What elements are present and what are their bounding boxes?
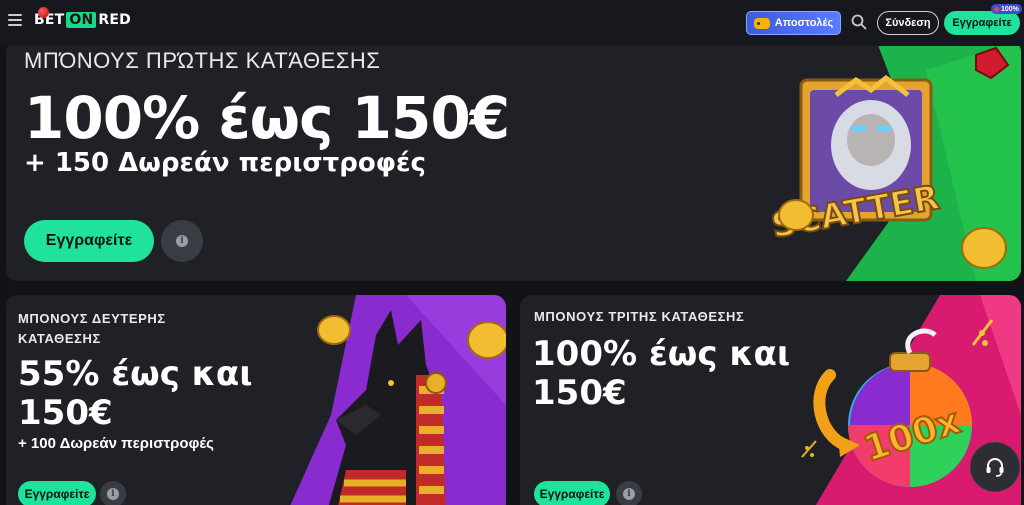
register-bonus-badge: 100% (991, 4, 1022, 14)
support-chat-button[interactable] (970, 442, 1020, 492)
info-button[interactable]: i (100, 481, 126, 505)
promo-eyebrow: ΜΠΟΝΟΥΣ ΤΡΙΤΗΣ ΚΑΤΑΘΕΣΗΣ (534, 309, 745, 324)
login-button[interactable]: Σύνδεση (877, 11, 939, 35)
top-navigation-bar: BET ON RED Αποστολές Σύνδεση Εγγραφείτε … (0, 0, 1024, 46)
missions-button[interactable]: Αποστολές (746, 11, 841, 35)
logo[interactable]: BET ON RED (34, 7, 131, 28)
info-button[interactable]: i (616, 481, 642, 505)
promo-title: 55% έως και 150€ (18, 354, 253, 433)
promo-eyebrow: ΜΠΌΝΟΥΣ ΠΡΏΤΗΣ ΚΑΤΆΘΕΣΗΣ (24, 48, 381, 73)
info-icon: i (107, 488, 119, 500)
info-button[interactable]: i (161, 220, 203, 262)
promo-eyebrow: ΜΠΟΝΟΥΣ ΔΕΥΤΕΡΗΣ ΚΑΤΑΘΕΣΗΣ (18, 311, 166, 346)
logo-text-red: RED (98, 12, 131, 28)
headset-icon (986, 458, 1004, 477)
third-deposit-bonus-card: 100x ΜΠΟΝΟΥΣ ΤΡΙΤΗΣ ΚΑΤΑΘΕΣΗΣ 100% έως κ… (520, 295, 1021, 505)
info-icon: i (623, 488, 635, 500)
promo-title: 100% έως και 150€ (532, 334, 791, 413)
info-icon: i (176, 235, 188, 247)
register-button[interactable]: Εγγραφείτε (24, 220, 154, 262)
search-icon[interactable] (851, 14, 867, 30)
register-button[interactable]: Εγγραφείτε (18, 481, 96, 505)
logo-text-on: ON (66, 12, 97, 28)
anubis-artwork (290, 295, 506, 505)
promo-subtitle: + 150 Δωρεάν περιστροφές (24, 148, 426, 178)
second-deposit-bonus-card: ΜΠΟΝΟΥΣ ΔΕΥΤΕΡΗΣ ΚΑΤΑΘΕΣΗΣ 55% έως και 1… (6, 295, 506, 505)
missions-label: Αποστολές (774, 17, 834, 29)
register-button-header[interactable]: Εγγραφείτε (944, 11, 1020, 35)
menu-icon[interactable] (8, 14, 22, 26)
promo-title: 100% έως 150€ (24, 84, 510, 152)
promo-subtitle: + 100 Δωρεάν περιστροφές (18, 435, 214, 452)
zeus-scatter-artwork: SCATTER (767, 40, 1021, 281)
register-button[interactable]: Εγγραφείτε (534, 481, 610, 505)
ladybug-icon (38, 7, 49, 18)
gamepad-icon (753, 17, 770, 29)
ladybug-icon (994, 6, 999, 12)
first-deposit-bonus-card: SCATTER ΜΠΌΝΟΥΣ ΠΡΏΤΗΣ ΚΑΤΆΘΕΣΗΣ 100% έω… (6, 40, 1021, 281)
